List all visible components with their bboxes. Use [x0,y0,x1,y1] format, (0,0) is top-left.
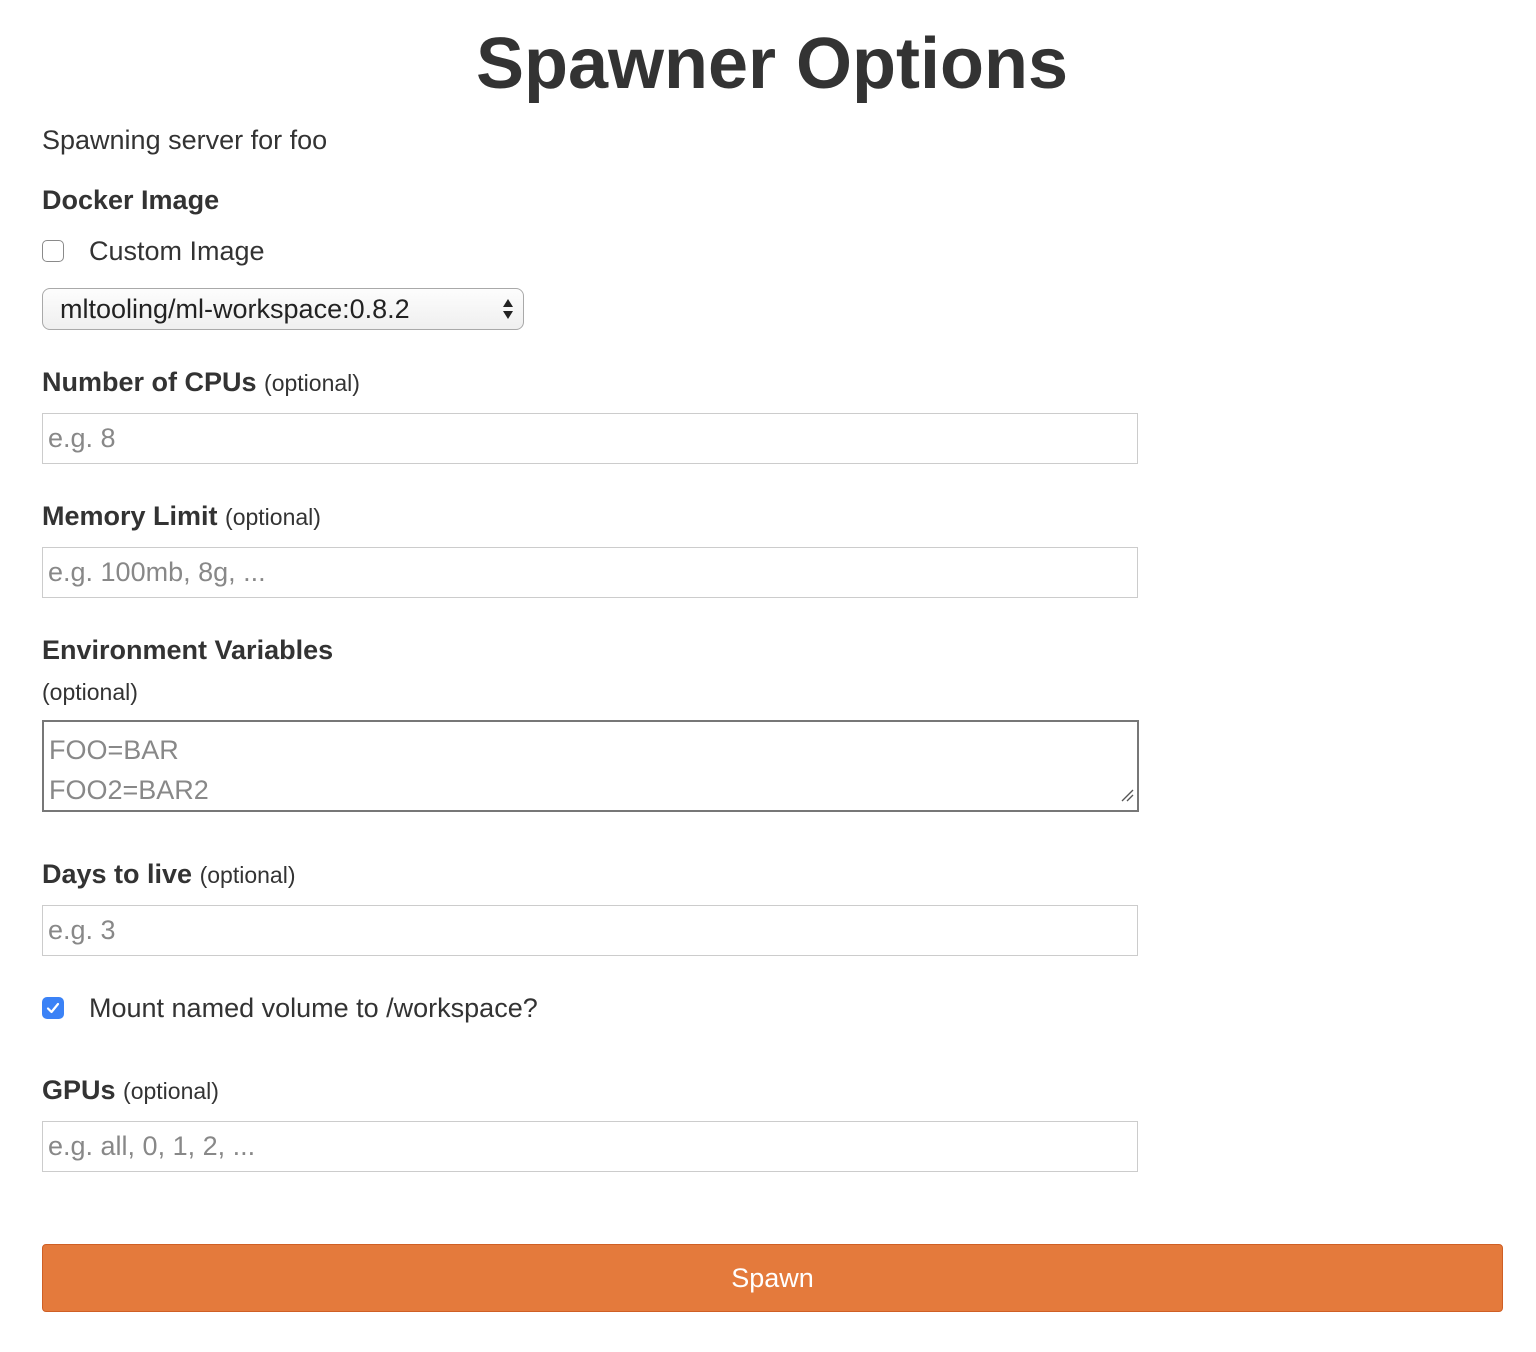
days-to-live-label: Days to live (optional) [42,858,295,891]
memory-optional-hint: (optional) [225,504,321,530]
mount-volume-row[interactable]: Mount named volume to /workspace? [42,992,538,1024]
mount-volume-checkbox[interactable] [42,997,64,1019]
docker-image-label-text: Docker Image [42,185,220,215]
custom-image-label: Custom Image [89,236,265,266]
gpus-label: GPUs (optional) [42,1074,219,1107]
days-to-live-input-placeholder: e.g. 3 [48,915,116,945]
page-title: Spawner Options [475,24,1069,104]
gpus-input-placeholder: e.g. all, 0, 1, 2, ... [48,1131,256,1161]
env-vars-textarea[interactable]: FOO=BAR FOO2=BAR2 [42,720,1139,812]
cpus-label: Number of CPUs (optional) [42,366,360,399]
checkmark-icon [46,1002,60,1014]
env-vars-label: Environment Variables [42,634,333,666]
env-vars-optional-hint: (optional) [42,679,138,705]
env-vars-placeholder-line: FOO2=BAR2 [49,775,209,805]
days-to-live-optional-hint: (optional) [199,862,296,888]
memory-input-placeholder: e.g. 100mb, 8g, ... [48,557,266,587]
docker-image-label: Docker Image [42,184,219,216]
custom-image-row[interactable]: Custom Image [42,235,265,267]
cpus-optional-hint: (optional) [264,370,360,396]
cpus-label-text: Number of CPUs [42,367,257,397]
memory-label-text: Memory Limit [42,501,218,531]
mount-volume-label: Mount named volume to /workspace? [89,993,538,1023]
days-to-live-input[interactable]: e.g. 3 [42,905,1138,956]
cpus-input-placeholder: e.g. 8 [48,423,116,453]
gpus-input[interactable]: e.g. all, 0, 1, 2, ... [42,1121,1138,1172]
gpus-optional-hint: (optional) [123,1078,219,1104]
cpus-input[interactable]: e.g. 8 [42,413,1138,464]
docker-image-select[interactable]: mltooling/ml-workspace:0.8.2 [42,288,524,330]
resize-handle-icon[interactable] [1120,788,1134,807]
memory-input[interactable]: e.g. 100mb, 8g, ... [42,547,1138,598]
custom-image-checkbox[interactable] [42,240,64,262]
docker-image-select-value: mltooling/ml-workspace:0.8.2 [60,293,410,324]
select-updown-arrows-icon [493,298,523,320]
spawn-button[interactable]: Spawn [42,1244,1503,1312]
spawning-subtitle: Spawning server for foo [42,125,328,155]
days-to-live-label-text: Days to live [42,859,193,889]
memory-label: Memory Limit (optional) [42,500,321,533]
env-vars-label-text: Environment Variables [42,635,334,665]
env-vars-placeholder-line: FOO=BAR [49,735,179,765]
gpus-label-text: GPUs [42,1075,116,1105]
